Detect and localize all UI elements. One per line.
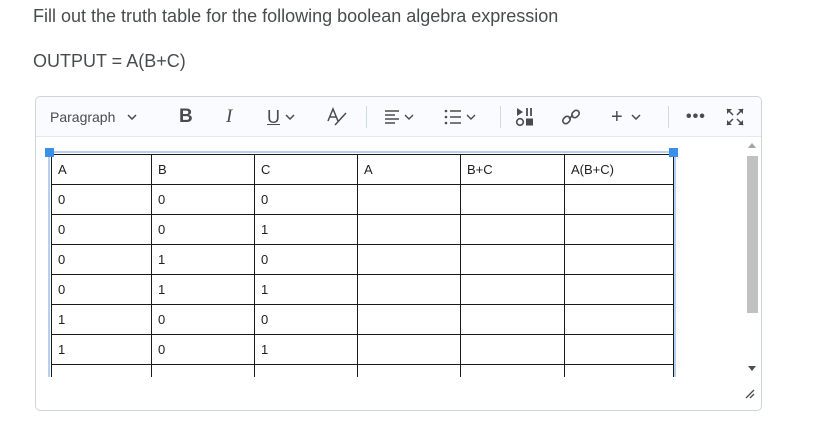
table-resize-handle[interactable] — [45, 148, 54, 157]
table-cell[interactable]: 0 — [51, 214, 152, 245]
table-row — [51, 364, 674, 377]
table-cell[interactable]: 0 — [151, 214, 255, 245]
table-cell[interactable]: 0 — [51, 244, 152, 275]
table-cell[interactable] — [254, 364, 358, 377]
table-cell[interactable] — [357, 364, 461, 377]
table-cell[interactable] — [51, 364, 152, 377]
table-cell[interactable] — [564, 364, 674, 377]
table-cell[interactable] — [564, 214, 674, 245]
resize-grip-icon[interactable] — [743, 386, 755, 404]
underline-label: U — [267, 106, 280, 127]
table-cell[interactable] — [460, 334, 565, 365]
table-cell[interactable] — [564, 304, 674, 335]
underline-button[interactable]: U — [267, 97, 295, 137]
table-cell[interactable] — [460, 274, 565, 305]
table-cell[interactable]: 1 — [51, 334, 152, 365]
font-color-icon[interactable] — [324, 97, 348, 137]
insert-button[interactable]: + — [611, 97, 641, 137]
editor-content[interactable]: A B C A B+C A(B+C) 0 0 0 0 0 1 0 1 0 0 1… — [36, 138, 744, 377]
more-icon[interactable]: ••• — [686, 97, 706, 137]
table-cell[interactable]: 0 — [151, 334, 255, 365]
table-row: 1 0 1 — [51, 334, 674, 365]
table-cell[interactable]: 1 — [151, 274, 255, 305]
scroll-down-icon[interactable] — [748, 366, 756, 371]
header-cell[interactable]: A — [357, 154, 461, 185]
table-row: 0 0 0 — [51, 184, 674, 215]
table-cell[interactable]: 1 — [254, 334, 358, 365]
header-cell[interactable]: B — [151, 154, 255, 185]
table-cell[interactable]: 1 — [51, 304, 152, 335]
table-cell[interactable] — [460, 214, 565, 245]
fullscreen-icon[interactable] — [726, 97, 744, 137]
header-cell[interactable]: A(B+C) — [564, 154, 674, 185]
table-resize-handle[interactable] — [669, 148, 678, 157]
table-cell[interactable]: 1 — [254, 214, 358, 245]
paragraph-format-dropdown[interactable]: Paragraph — [50, 97, 137, 137]
header-cell[interactable]: A — [51, 154, 152, 185]
table-header-row: A B C A B+C A(B+C) — [51, 154, 674, 185]
editor-toolbar: Paragraph B I U + ••• — [36, 97, 761, 137]
table-cell[interactable]: 1 — [254, 274, 358, 305]
rich-text-editor[interactable]: Paragraph B I U + ••• A B C A B+C A(B+C)… — [35, 96, 762, 411]
bold-button[interactable]: B — [179, 97, 193, 137]
table-row: 1 0 0 — [51, 304, 674, 335]
table-cell[interactable]: 0 — [151, 304, 255, 335]
scroll-up-icon[interactable] — [748, 143, 756, 148]
table-cell[interactable]: 1 — [151, 244, 255, 275]
chevron-down-icon — [127, 114, 137, 120]
table-cell[interactable] — [460, 244, 565, 275]
table-cell[interactable] — [357, 244, 461, 275]
scroll-thumb[interactable] — [747, 156, 758, 313]
plus-icon: + — [611, 105, 623, 128]
table-row: 0 1 1 — [51, 274, 674, 305]
align-icon[interactable] — [384, 97, 414, 137]
table-row: 0 1 0 — [51, 244, 674, 275]
table-cell[interactable] — [460, 364, 565, 377]
table-cell[interactable] — [460, 184, 565, 215]
editor-scrollbar[interactable] — [745, 138, 761, 377]
table-cell[interactable]: 0 — [254, 244, 358, 275]
toolbar-divider — [366, 106, 367, 128]
boolean-expression: OUTPUT = A(B+C) — [33, 51, 186, 71]
list-icon[interactable] — [444, 97, 476, 137]
header-cell[interactable]: C — [254, 154, 358, 185]
table-cell[interactable] — [357, 184, 461, 215]
table-cell[interactable]: 0 — [151, 184, 255, 215]
italic-button[interactable]: I — [226, 97, 232, 137]
table-cell[interactable] — [564, 184, 674, 215]
table-cell[interactable] — [460, 304, 565, 335]
chevron-down-icon — [631, 114, 641, 120]
table-cell[interactable] — [564, 274, 674, 305]
table-cell[interactable] — [564, 334, 674, 365]
header-cell[interactable]: B+C — [460, 154, 565, 185]
table-cell[interactable] — [357, 274, 461, 305]
format-label: Paragraph — [50, 109, 116, 125]
truth-table[interactable]: A B C A B+C A(B+C) 0 0 0 0 0 1 0 1 0 0 1… — [51, 154, 674, 377]
table-cell[interactable] — [357, 304, 461, 335]
table-cell[interactable] — [564, 244, 674, 275]
toolbar-divider — [500, 106, 501, 128]
table-cell[interactable] — [357, 334, 461, 365]
question-prompt: Fill out the truth table for the followi… — [33, 6, 559, 26]
table-cell[interactable]: 0 — [51, 184, 152, 215]
table-cell[interactable] — [357, 214, 461, 245]
table-cell[interactable]: 0 — [254, 184, 358, 215]
table-cell[interactable] — [151, 364, 255, 377]
table-cell[interactable]: 0 — [254, 304, 358, 335]
table-cell[interactable]: 0 — [51, 274, 152, 305]
toolbar-divider — [668, 106, 669, 128]
media-icon[interactable] — [515, 97, 537, 137]
table-row: 0 0 1 — [51, 214, 674, 245]
link-icon[interactable] — [561, 97, 581, 137]
chevron-down-icon — [285, 114, 295, 120]
